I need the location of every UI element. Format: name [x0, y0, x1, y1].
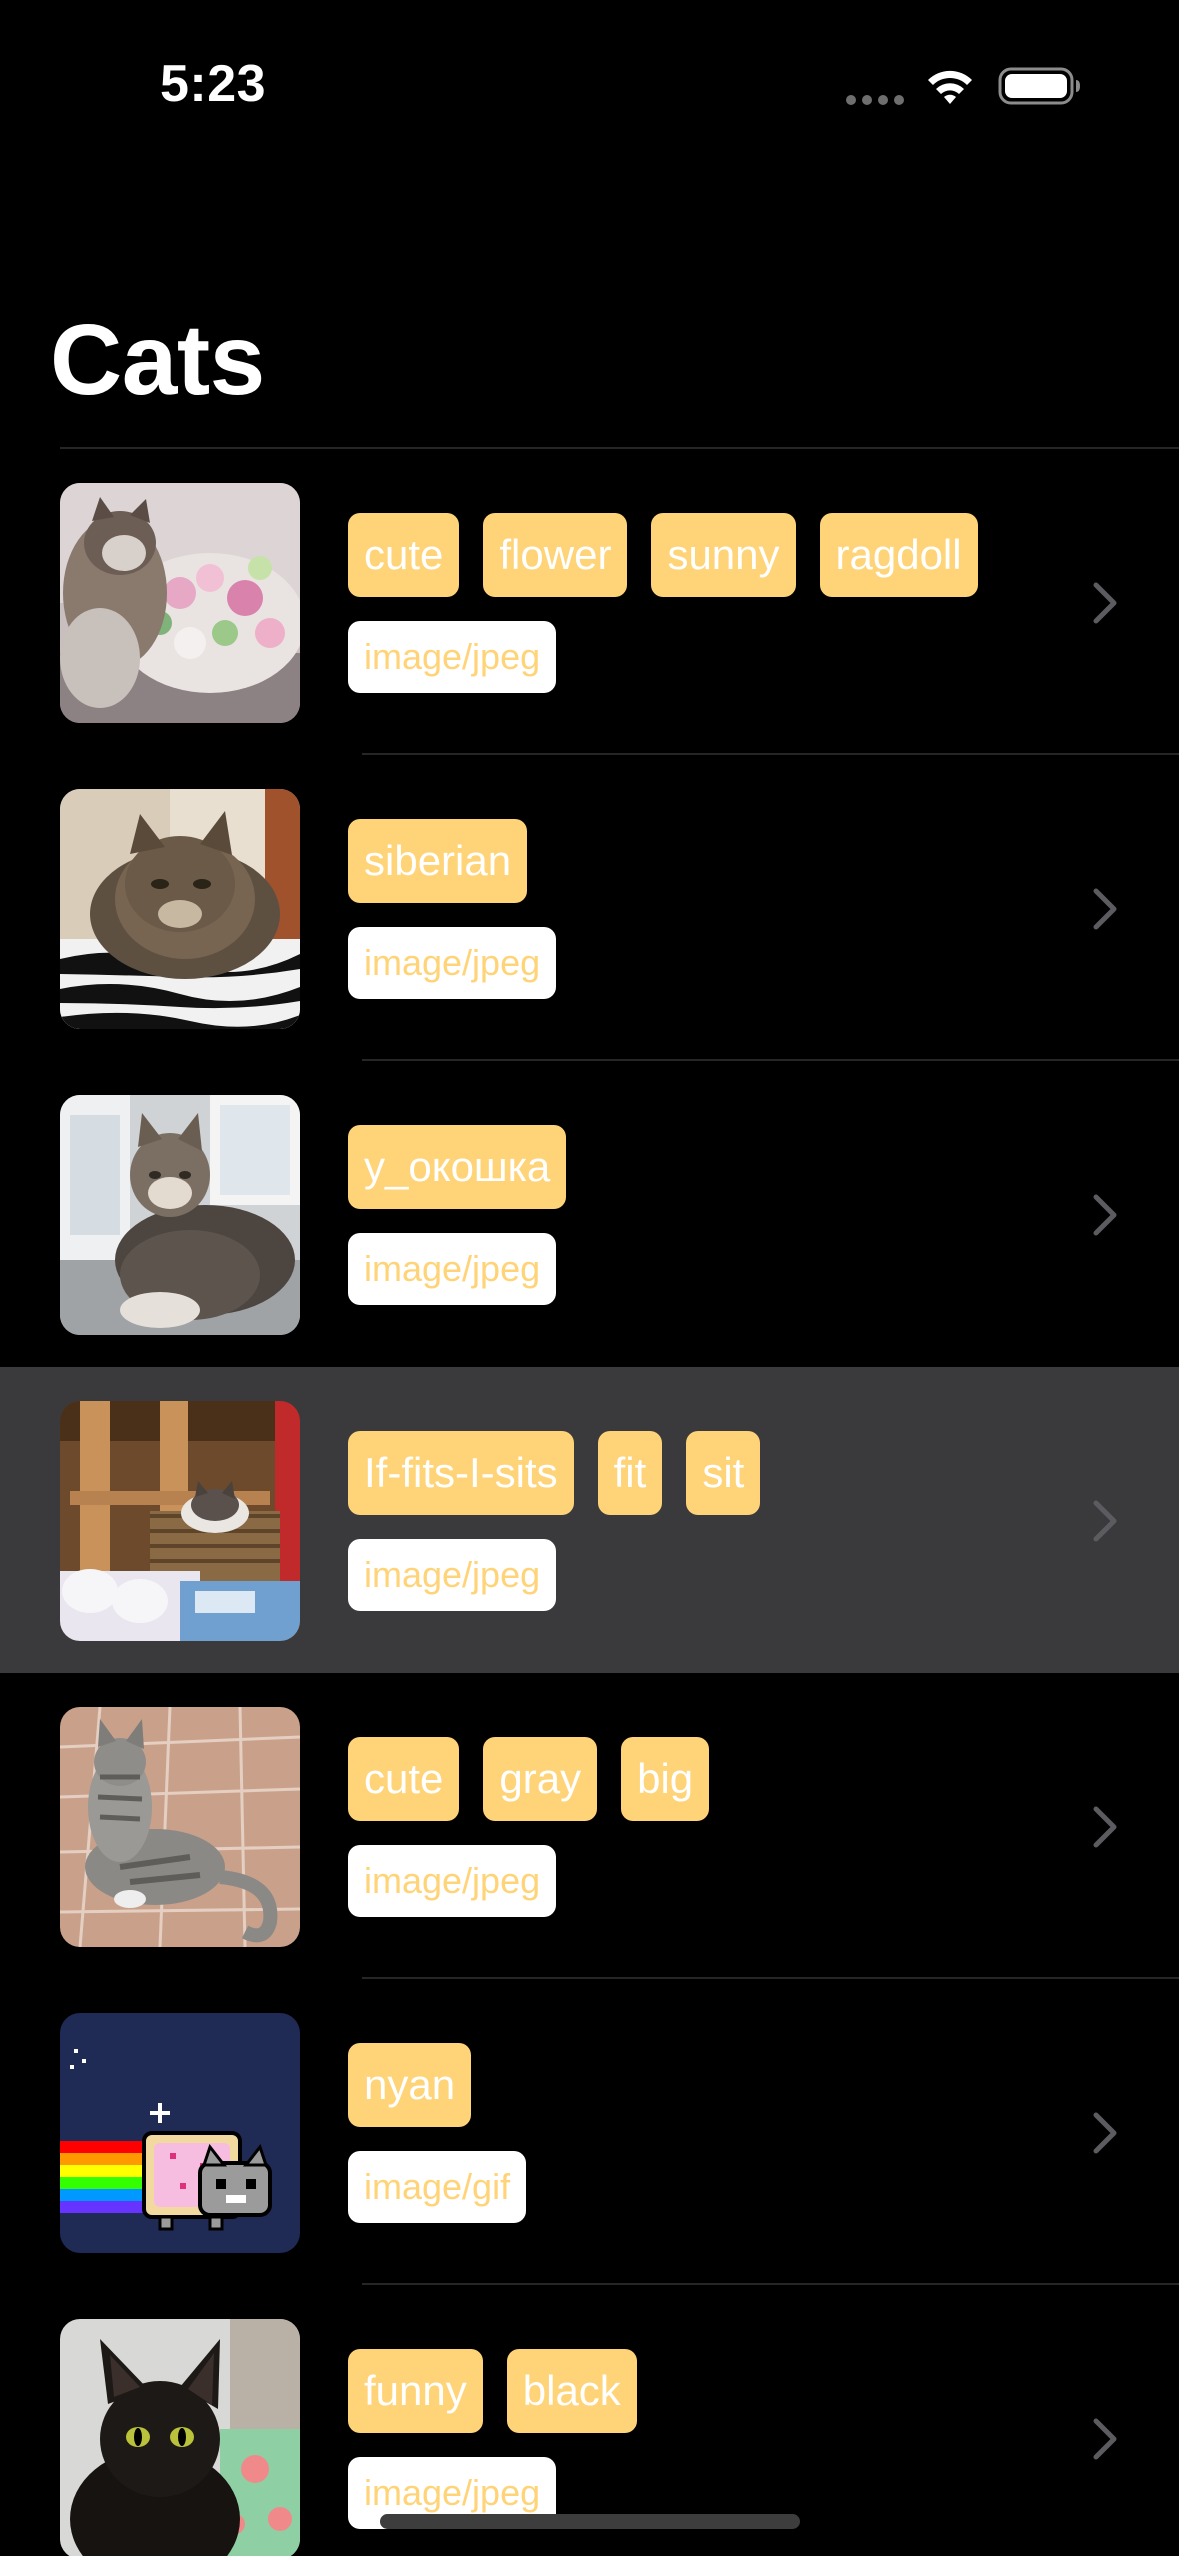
battery-icon: [998, 67, 1080, 105]
tag-chip: gray: [483, 1737, 598, 1821]
tag-chip: sit: [686, 1431, 761, 1515]
page-title: Cats: [50, 304, 265, 416]
cat-thumbnail: [60, 789, 300, 1029]
cat-thumbnail: [60, 1095, 300, 1335]
tag-chip: black: [506, 2349, 637, 2433]
cat-list[interactable]: cute flower sunny ragdoll image/jpeg siberia…: [0, 449, 1179, 2556]
tag-list: cute flower sunny ragdoll: [348, 513, 992, 599]
tag-chip: у_окошка: [348, 1125, 567, 1209]
cat-list-row[interactable]: cute gray big image/jpeg: [0, 1673, 1179, 1979]
tag-chip: nyan: [348, 2043, 472, 2127]
tag-list: cute gray big: [348, 1737, 992, 1823]
chevron-right-icon: [1093, 888, 1117, 930]
screen: 5:23 Cats cute flower sunny ragdoll image/: [0, 0, 1179, 2556]
tag-chip: cute: [348, 1737, 460, 1821]
cat-thumbnail: [60, 1401, 300, 1641]
tag-list: у_окошка: [348, 1125, 992, 1211]
tag-chip: big: [621, 1737, 710, 1821]
mime-type-label: image/jpeg: [348, 1845, 557, 1917]
tag-list: nyan: [348, 2043, 992, 2129]
cat-thumbnail: [60, 1707, 300, 1947]
mime-type-label: image/jpeg: [348, 621, 557, 693]
tag-chip: sunny: [651, 513, 796, 597]
chevron-right-icon: [1093, 2112, 1117, 2154]
tag-chip: ragdoll: [819, 513, 978, 597]
tag-chip: cute: [348, 513, 460, 597]
tag-chip: siberian: [348, 819, 528, 903]
home-indicator[interactable]: [380, 2514, 800, 2529]
cat-thumbnail: [60, 2319, 300, 2556]
tag-list: siberian: [348, 819, 992, 905]
mime-type-label: image/jpeg: [348, 1539, 557, 1611]
tag-chip: fit: [597, 1431, 663, 1515]
cat-list-row[interactable]: cute flower sunny ragdoll image/jpeg: [0, 449, 1179, 755]
wifi-icon: [928, 70, 972, 104]
tag-chip: flower: [483, 513, 628, 597]
cat-thumbnail: [60, 2013, 300, 2253]
chevron-right-icon: [1093, 1500, 1117, 1542]
status-bar: 5:23: [0, 0, 1179, 170]
cellular-signal-icon: [846, 95, 904, 105]
tag-list: funny black: [348, 2349, 992, 2435]
chevron-right-icon: [1093, 1806, 1117, 1848]
chevron-right-icon: [1093, 582, 1117, 624]
cat-list-row[interactable]: у_окошка image/jpeg: [0, 1061, 1179, 1367]
tag-chip: If-fits-I-sits: [348, 1431, 574, 1515]
cat-list-row[interactable]: siberian image/jpeg: [0, 755, 1179, 1061]
tag-chip: funny: [348, 2349, 483, 2433]
tag-list: If-fits-I-sits fit sit: [348, 1431, 992, 1517]
mime-type-label: image/jpeg: [348, 1233, 557, 1305]
chevron-right-icon: [1093, 1194, 1117, 1236]
status-time: 5:23: [160, 55, 267, 113]
mime-type-label: image/gif: [348, 2151, 527, 2223]
cat-list-row[interactable]: nyan image/gif: [0, 1979, 1179, 2285]
chevron-right-icon: [1093, 2418, 1117, 2460]
cat-thumbnail: [60, 483, 300, 723]
mime-type-label: image/jpeg: [348, 927, 557, 999]
cat-list-row[interactable]: If-fits-I-sits fit sit image/jpeg: [0, 1367, 1179, 1673]
